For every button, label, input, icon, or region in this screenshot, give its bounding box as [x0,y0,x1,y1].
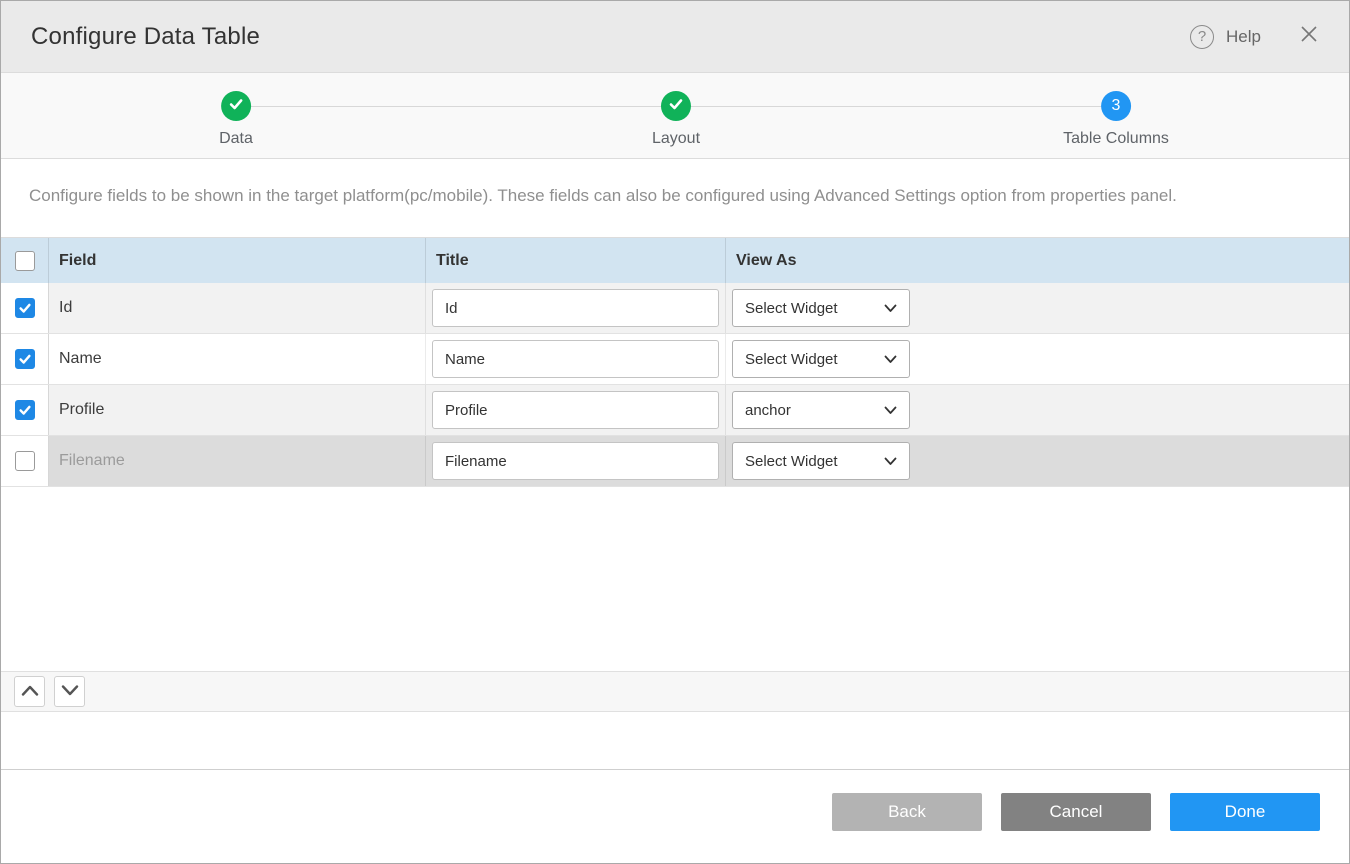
select-value: Select Widget [745,300,838,317]
row-checkbox[interactable] [15,451,35,471]
row-checkbox[interactable] [15,349,35,369]
title-input[interactable] [432,442,719,480]
column-header-field: Field [49,238,426,283]
table-row: Name Select Widget [1,334,1349,385]
dialog-title: Configure Data Table [31,23,1190,51]
step-data[interactable]: Data [219,91,253,148]
row-checkbox-cell [1,283,49,333]
field-name: Profile [49,385,426,435]
wizard-stepper: Data Layout 3 Table Columns [1,73,1349,159]
row-checkbox[interactable] [15,298,35,318]
chevron-down-icon [884,351,897,368]
help-icon: ? [1190,25,1214,49]
dialog-header: Configure Data Table ? Help [1,1,1349,73]
step-complete-badge [221,91,251,121]
check-icon [228,96,244,117]
header-checkbox-cell [1,238,49,283]
header-actions: ? Help [1190,25,1319,49]
step-number-badge: 3 [1101,91,1131,121]
table-row: Id Select Widget [1,283,1349,334]
column-header-view-as: View As [726,238,1349,283]
move-up-button[interactable] [14,676,45,707]
row-checkbox-cell [1,334,49,384]
chevron-down-icon [884,453,897,470]
chevron-up-icon [21,683,39,701]
field-name: Id [49,283,426,333]
help-button[interactable]: ? Help [1190,25,1261,49]
table-header-row: Field Title View As [1,237,1349,283]
view-as-select[interactable]: Select Widget [732,442,910,480]
configure-data-table-dialog: Configure Data Table ? Help Data [0,0,1350,864]
step-label: Data [219,130,253,148]
row-checkbox-cell [1,385,49,435]
done-button[interactable]: Done [1170,793,1320,831]
footer-gap [1,712,1349,769]
description-text: Configure fields to be shown in the targ… [1,159,1349,237]
step-label: Layout [652,130,700,148]
cancel-button[interactable]: Cancel [1001,793,1151,831]
view-as-select[interactable]: Select Widget [732,340,910,378]
step-table-columns[interactable]: 3 Table Columns [1063,91,1169,148]
row-checkbox-cell [1,436,49,486]
step-label: Table Columns [1063,130,1169,148]
chevron-down-icon [884,402,897,419]
step-layout[interactable]: Layout [652,91,700,148]
step-complete-badge [661,91,691,121]
table-row: Filename Select Widget [1,436,1349,487]
title-input[interactable] [432,391,719,429]
close-icon [1300,25,1318,48]
table-row: Profile anchor [1,385,1349,436]
select-value: anchor [745,402,791,419]
select-all-checkbox[interactable] [15,251,35,271]
chevron-down-icon [61,683,79,701]
title-input[interactable] [432,289,719,327]
select-value: Select Widget [745,453,838,470]
field-name: Filename [49,436,426,486]
move-down-button[interactable] [54,676,85,707]
view-as-select[interactable]: anchor [732,391,910,429]
title-input[interactable] [432,340,719,378]
chevron-down-icon [884,300,897,317]
row-reorder-bar [1,671,1349,712]
dialog-footer: Back Cancel Done [1,769,1349,863]
help-label: Help [1226,27,1261,47]
column-header-title: Title [426,238,726,283]
check-icon [668,96,684,117]
row-checkbox[interactable] [15,400,35,420]
close-button[interactable] [1299,27,1319,47]
empty-table-area [1,487,1349,671]
view-as-select[interactable]: Select Widget [732,289,910,327]
field-name: Name [49,334,426,384]
back-button[interactable]: Back [832,793,982,831]
select-value: Select Widget [745,351,838,368]
